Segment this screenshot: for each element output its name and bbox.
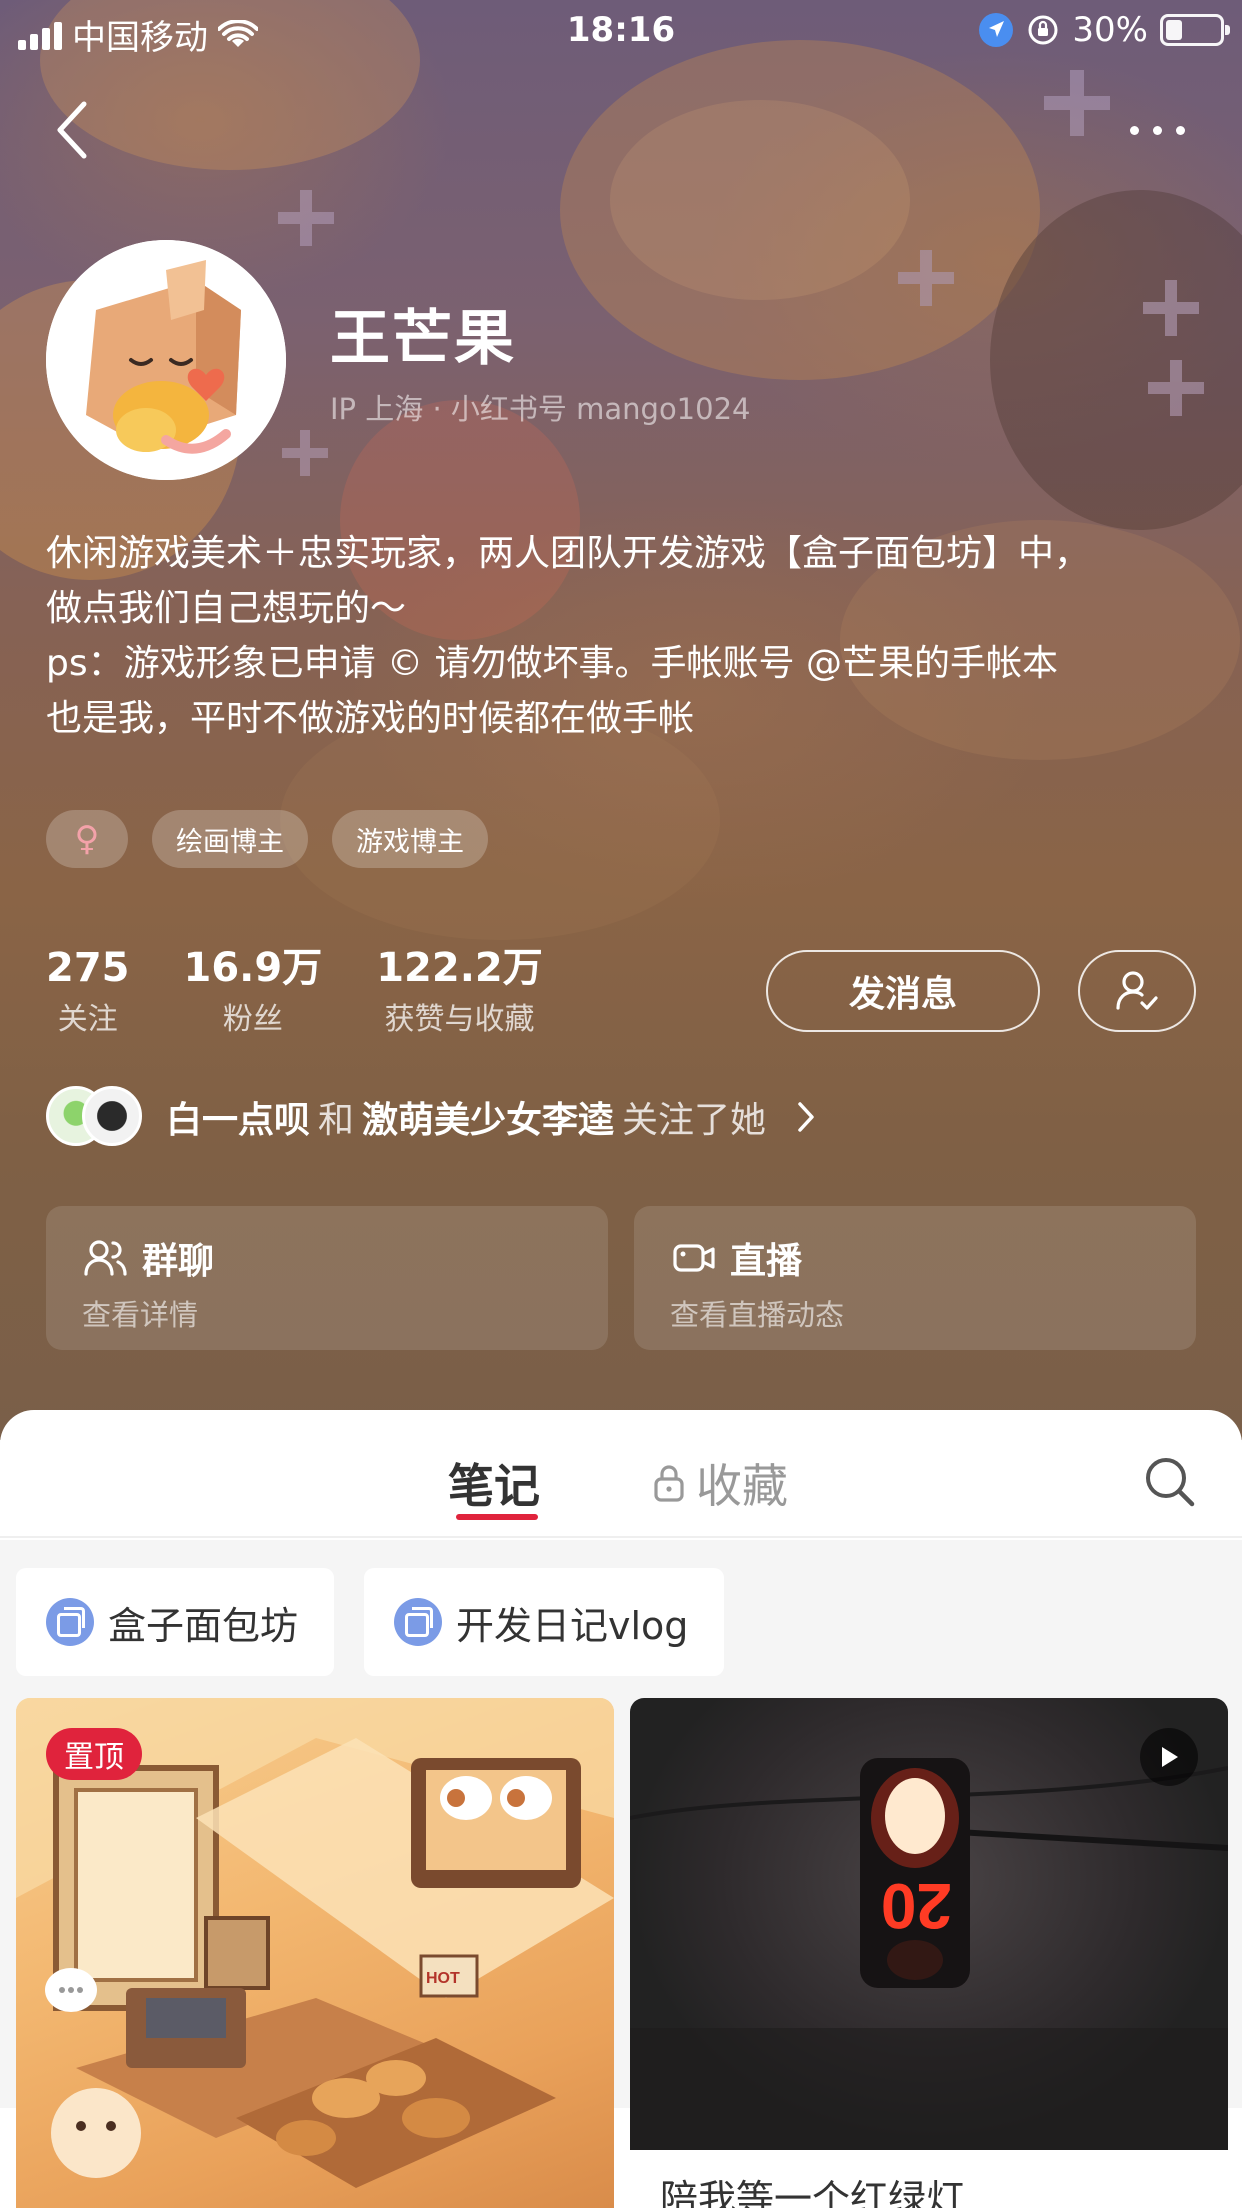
box-character-avatar-illustration: [46, 240, 286, 480]
female-icon: ♀: [74, 819, 100, 859]
mutual-user-2: 激萌美少女李逵: [362, 1100, 615, 1141]
pinned-badge: 置顶: [46, 1728, 142, 1780]
collection-chip[interactable]: 盒子面包坊: [16, 1568, 335, 1676]
hot-sign-text: HOT: [426, 1970, 460, 1987]
note-cover-photo: 20: [630, 1698, 1228, 2150]
stat-number: 122.2万: [376, 945, 543, 991]
stat-following[interactable]: 275 关注: [46, 940, 130, 1044]
stat-likes-and-saves[interactable]: 122.2万 获赞与收藏: [376, 940, 543, 1044]
live-stream-card[interactable]: 直播 查看直播动态: [634, 1206, 1196, 1350]
traffic-light-photo: 20: [630, 1758, 1228, 2150]
search-notes-button[interactable]: [1142, 1454, 1198, 1510]
chevron-right-icon: [798, 1102, 814, 1132]
tag-painting-blogger[interactable]: 绘画博主: [152, 810, 308, 868]
stat-label: 关注: [57, 1002, 118, 1037]
mutual-followers-row[interactable]: 白一点呗 和 激萌美少女李逵 关注了她: [46, 1086, 816, 1148]
content-panel: 笔记 收藏 盒子面包坊 开发日记vlog HOT 置顶 20 陪我等一个红绿灯: [0, 1410, 1242, 2208]
stat-label: 粉丝: [222, 1002, 283, 1037]
status-right: 30%: [978, 10, 1230, 50]
battery-icon: [1160, 14, 1230, 46]
bio-line: ps：游戏形象已申请 © 请勿做坏事。手帐账号 @芒果的手帐本: [46, 643, 1058, 684]
active-tab-indicator: [456, 1514, 538, 1520]
collection-icon: [394, 1598, 442, 1646]
mutual-suffix: 关注了她: [622, 1100, 767, 1141]
tag-game-blogger[interactable]: 游戏博主: [332, 810, 488, 868]
group-users-icon: [84, 1240, 127, 1276]
bio-line: 休闲游戏美术＋忠实玩家，两人团队开发游戏【盒子面包坊】中，: [46, 533, 1091, 574]
card-title-row: 群聊: [84, 1232, 214, 1284]
back-button[interactable]: [48, 98, 96, 162]
profile-tags: ♀ 绘画博主 游戏博主: [46, 810, 488, 868]
stat-label: 获赞与收藏: [384, 1002, 535, 1037]
profile-name: 王芒果: [330, 304, 516, 374]
countdown-number: 20: [881, 1870, 952, 1942]
play-video-button[interactable]: [1140, 1728, 1198, 1786]
battery-level-fill: [1166, 20, 1182, 40]
chevron-left-icon: [57, 101, 87, 159]
location-icon: [979, 13, 1014, 47]
status-bar: 中国移动 18:16 30%: [0, 0, 1242, 64]
dot-icon: [1129, 125, 1139, 135]
avatar: [82, 1086, 142, 1146]
stat-followers[interactable]: 16.9万 粉丝: [184, 940, 323, 1044]
followed-status-button[interactable]: [1078, 950, 1196, 1032]
video-camera-icon: [673, 1244, 715, 1272]
user-check-icon: [1116, 971, 1158, 1010]
more-options-button[interactable]: [1122, 110, 1192, 150]
gender-tag: ♀: [46, 810, 128, 868]
tab-notes[interactable]: 笔记: [448, 1450, 540, 1516]
card-title-row: 直播: [672, 1232, 802, 1284]
bio-line: 也是我，平时不做游戏的时候都在做手帐: [46, 698, 695, 739]
search-icon: [1146, 1458, 1195, 1507]
collection-chip[interactable]: 开发日记vlog: [364, 1568, 725, 1676]
bio-line: 做点我们自己想玩的～: [46, 588, 407, 629]
collection-label: 盒子面包坊: [108, 1603, 299, 1648]
rotation-lock-icon: [1028, 15, 1058, 45]
note-card[interactable]: 20 陪我等一个红绿灯: [630, 1698, 1228, 2208]
play-icon: [1162, 1747, 1178, 1767]
dot-icon: [1175, 125, 1185, 135]
profile-avatar[interactable]: [46, 240, 286, 480]
stat-number: 275: [46, 945, 130, 991]
mutual-conjunction: 和: [318, 1100, 355, 1141]
profile-bio: 休闲游戏美术＋忠实玩家，两人团队开发游戏【盒子面包坊】中， 做点我们自己想玩的～…: [46, 526, 1206, 746]
tab-label: 笔记: [448, 1459, 540, 1513]
send-message-button[interactable]: 发消息: [766, 950, 1040, 1032]
note-card[interactable]: HOT 置顶: [16, 1698, 614, 2208]
profile-stats: 275 关注 16.9万 粉丝 122.2万 获赞与收藏: [46, 940, 597, 1044]
collection-label: 开发日记vlog: [456, 1603, 689, 1648]
note-title: 陪我等一个红绿灯: [660, 2177, 965, 2208]
card-subtitle: 查看详情: [82, 1298, 199, 1332]
lock-icon: [654, 1465, 684, 1502]
card-subtitle: 查看直播动态: [670, 1298, 845, 1332]
card-title: 直播: [730, 1241, 803, 1282]
ip-and-id: IP 上海 · 小红书号 mango1024: [330, 392, 751, 426]
mutual-user-1: 白一点呗: [166, 1100, 311, 1141]
content-tabs: 笔记 收藏: [0, 1410, 1242, 1538]
group-chat-card[interactable]: 群聊 查看详情: [46, 1206, 608, 1350]
mutual-avatars: [46, 1086, 142, 1148]
card-title: 群聊: [142, 1241, 215, 1282]
battery-percent: 30%: [1072, 10, 1148, 50]
dot-icon: [1152, 125, 1162, 135]
tab-label: 收藏: [696, 1459, 788, 1513]
collection-icon: [46, 1598, 94, 1646]
tab-favorites[interactable]: 收藏: [652, 1450, 788, 1516]
stat-number: 16.9万: [183, 945, 323, 991]
